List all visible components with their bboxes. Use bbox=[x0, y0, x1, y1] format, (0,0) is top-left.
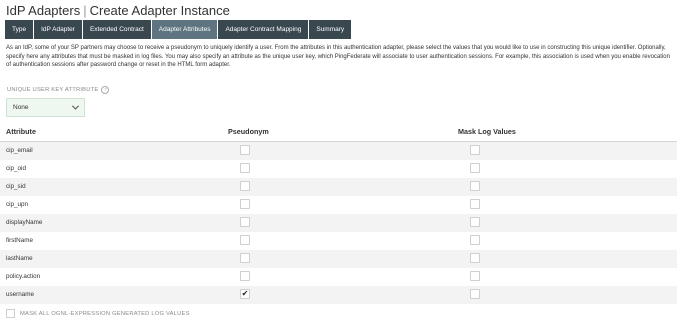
wizard-tabs: Type IdP Adapter Extended Contract Adapt… bbox=[5, 20, 352, 39]
pseudonym-checkbox[interactable] bbox=[240, 235, 250, 245]
question-circle-icon[interactable]: ? bbox=[101, 86, 110, 94]
column-header-pseudonym: Pseudonym bbox=[228, 127, 269, 136]
attribute-name: displayName bbox=[6, 219, 43, 226]
attribute-name: lastName bbox=[6, 255, 33, 262]
pseudonym-checkbox[interactable] bbox=[240, 181, 250, 191]
pseudonym-checkbox[interactable] bbox=[240, 199, 250, 209]
attribute-name: cip_sid bbox=[6, 183, 26, 190]
attribute-name: cip_upn bbox=[6, 201, 29, 208]
unique-user-key-label: UNIQUE USER KEY ATTRIBUTE ? bbox=[7, 86, 110, 94]
table-row: policy.action bbox=[0, 268, 677, 286]
mask-log-values-checkbox[interactable] bbox=[470, 199, 480, 209]
page-title: Create Adapter Instance bbox=[89, 3, 230, 18]
table-row: firstName bbox=[0, 232, 677, 250]
tab-idp-adapter[interactable]: IdP Adapter bbox=[34, 20, 82, 39]
breadcrumb-idp-adapters[interactable]: IdP Adapters bbox=[6, 3, 80, 18]
tab-adapter-attributes[interactable]: Adapter Attributes bbox=[151, 20, 218, 39]
breadcrumb-separator: | bbox=[83, 3, 87, 18]
table-row: cip_upn bbox=[0, 196, 677, 214]
tab-summary[interactable]: Summary bbox=[309, 20, 352, 39]
pseudonym-checkbox[interactable] bbox=[240, 217, 250, 227]
table-header: Attribute Pseudonym Mask Log Values bbox=[0, 122, 677, 142]
attributes-table: Attribute Pseudonym Mask Log Values cip_… bbox=[0, 122, 677, 304]
pseudonym-checkbox[interactable] bbox=[240, 253, 250, 263]
table-row: cip_email bbox=[0, 142, 677, 160]
pseudonym-checkbox[interactable] bbox=[240, 271, 250, 281]
mask-log-values-checkbox[interactable] bbox=[470, 145, 480, 155]
unique-user-key-label-text: UNIQUE USER KEY ATTRIBUTE bbox=[7, 87, 99, 93]
mask-log-values-checkbox[interactable] bbox=[470, 217, 480, 227]
table-row: username ✔ bbox=[0, 286, 677, 304]
attribute-name: cip_email bbox=[6, 147, 33, 154]
column-header-mask-log-values: Mask Log Values bbox=[458, 127, 516, 136]
mask-log-values-checkbox[interactable] bbox=[470, 271, 480, 281]
mask-log-values-checkbox[interactable] bbox=[470, 181, 480, 191]
tab-adapter-contract-mapping[interactable]: Adapter Contract Mapping bbox=[218, 20, 309, 39]
unique-user-key-selected-value: None bbox=[13, 104, 29, 111]
mask-log-values-checkbox[interactable] bbox=[470, 289, 480, 299]
table-row: cip_oid bbox=[0, 160, 677, 178]
tab-type[interactable]: Type bbox=[5, 20, 34, 39]
chevron-down-icon bbox=[71, 102, 80, 110]
pseudonym-checkbox[interactable] bbox=[240, 163, 250, 173]
mask-log-values-checkbox[interactable] bbox=[470, 235, 480, 245]
attribute-name: firstName bbox=[6, 237, 33, 244]
attribute-name: policy.action bbox=[6, 273, 41, 280]
table-body: cip_email cip_oid cip_sid cip_upn displayNam… bbox=[0, 142, 677, 304]
page-header: IdP Adapters | Create Adapter Instance bbox=[6, 3, 230, 18]
page-description: As an IdP, some of your SP partners may … bbox=[6, 45, 670, 69]
mask-all-ognl-option: MASK ALL OGNL-EXPRESSION GENERATED LOG V… bbox=[6, 309, 190, 318]
column-header-attribute: Attribute bbox=[6, 127, 36, 136]
unique-user-key-select[interactable]: None bbox=[6, 98, 85, 117]
table-row: cip_sid bbox=[0, 178, 677, 196]
attribute-name: username bbox=[6, 291, 35, 298]
mask-log-values-checkbox[interactable] bbox=[470, 163, 480, 173]
attribute-name: cip_oid bbox=[6, 165, 26, 172]
table-row: lastName bbox=[0, 250, 677, 268]
mask-all-ognl-label: MASK ALL OGNL-EXPRESSION GENERATED LOG V… bbox=[20, 310, 190, 317]
checkmark-icon: ✔ bbox=[241, 289, 249, 298]
mask-log-values-checkbox[interactable] bbox=[470, 253, 480, 263]
table-row: displayName bbox=[0, 214, 677, 232]
mask-all-ognl-checkbox[interactable] bbox=[6, 309, 15, 318]
pseudonym-checkbox[interactable]: ✔ bbox=[240, 289, 250, 299]
pseudonym-checkbox[interactable] bbox=[240, 145, 250, 155]
tab-extended-contract[interactable]: Extended Contract bbox=[82, 20, 151, 39]
